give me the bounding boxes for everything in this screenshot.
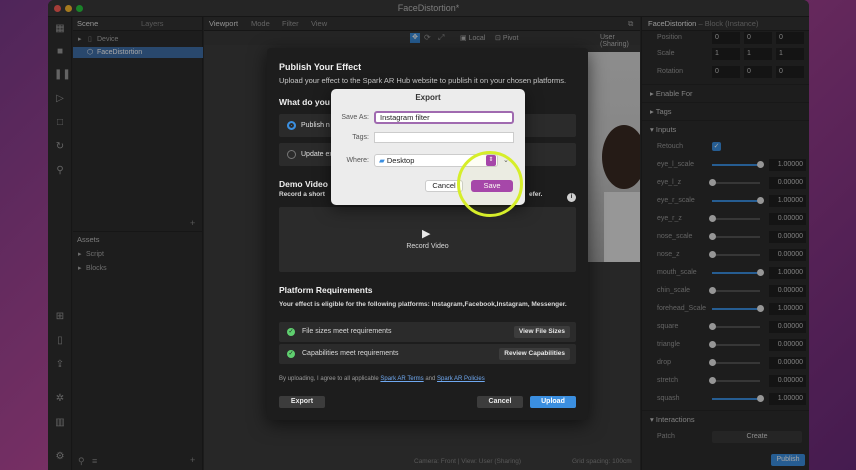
terms-link[interactable]: Spark AR Terms bbox=[380, 376, 423, 382]
info-icon[interactable]: i bbox=[567, 193, 576, 202]
tags-input[interactable] bbox=[374, 132, 514, 143]
where-label: Where: bbox=[346, 157, 369, 164]
radio-selected[interactable] bbox=[287, 121, 296, 130]
demo-description-end: efer. bbox=[529, 191, 543, 198]
agreement-text: By uploading, I agree to all applicable … bbox=[279, 376, 485, 382]
tags-label: Tags: bbox=[352, 134, 369, 141]
option-label: Publish n bbox=[301, 122, 330, 129]
demo-video-heading: Demo Video bbox=[279, 179, 328, 189]
view-file-sizes-button[interactable]: View File Sizes bbox=[513, 326, 570, 338]
option-label: Update ex bbox=[301, 151, 333, 158]
folder-icon: ▰ bbox=[379, 156, 385, 165]
agreement-prefix: By uploading, I agree to all applicable bbox=[279, 376, 379, 382]
publish-subtitle: Upload your effect to the Spark AR Hub w… bbox=[279, 76, 567, 85]
upload-button[interactable]: Upload bbox=[530, 396, 576, 408]
platform-req-description: Your effect is eligible for the followin… bbox=[279, 301, 567, 308]
req-text: Capabilities meet requirements bbox=[302, 350, 399, 357]
save-as-label: Save As: bbox=[341, 114, 369, 121]
check-icon: ✓ bbox=[287, 328, 295, 336]
req-row-capabilities: ✓ Capabilities meet requirements Review … bbox=[279, 344, 576, 364]
click-highlight-ring bbox=[457, 151, 523, 217]
record-video-button[interactable]: ▶ Record Video bbox=[279, 207, 576, 272]
publish-title: Publish Your Effect bbox=[279, 62, 362, 72]
req-text: File sizes meet requirements bbox=[302, 328, 392, 335]
where-value: Desktop bbox=[386, 156, 415, 165]
save-as-input[interactable]: Instagram filter bbox=[374, 111, 514, 124]
video-camera-icon: ▶ bbox=[422, 228, 431, 240]
export-title: Export bbox=[415, 93, 441, 102]
platform-req-heading: Platform Requirements bbox=[279, 285, 373, 295]
demo-description: Record a short bbox=[279, 191, 325, 198]
radio-unselected[interactable] bbox=[287, 150, 296, 159]
export-button[interactable]: Export bbox=[279, 396, 325, 408]
req-row-file-sizes: ✓ File sizes meet requirements View File… bbox=[279, 322, 576, 342]
cancel-button[interactable]: Cancel bbox=[477, 396, 523, 408]
record-label: Record Video bbox=[406, 243, 449, 250]
check-icon: ✓ bbox=[287, 350, 295, 358]
policies-link[interactable]: Spark AR Policies bbox=[437, 376, 485, 382]
agreement-and: and bbox=[425, 376, 436, 382]
question-heading: What do you bbox=[279, 97, 330, 107]
review-capabilities-button[interactable]: Review Capabilities bbox=[499, 348, 570, 360]
